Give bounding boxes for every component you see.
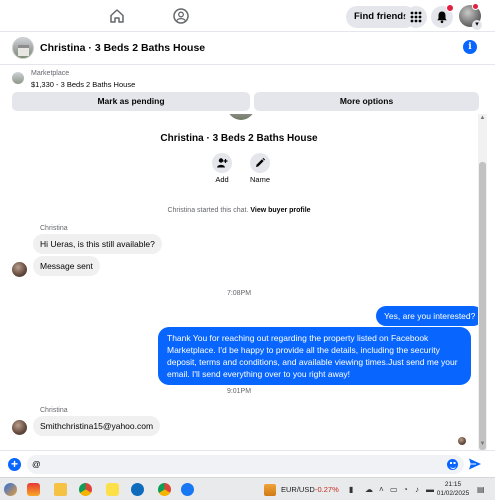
pencil-icon <box>256 157 266 167</box>
app-icon[interactable] <box>27 483 40 496</box>
mark-as-pending-button[interactable]: Mark as pending <box>12 92 250 111</box>
listing-hero-image <box>227 114 255 120</box>
add-contact-button[interactable] <box>212 153 232 173</box>
clock-date: 01/02/2025 <box>436 490 470 497</box>
bell-icon <box>437 11 447 24</box>
marketplace-label: Marketplace <box>31 70 70 77</box>
sticky-notes-icon[interactable] <box>106 483 119 496</box>
facebook-icon[interactable] <box>181 483 194 496</box>
message-input[interactable]: @ <box>27 455 464 474</box>
notification-dot <box>446 4 454 12</box>
sender-avatar[interactable] <box>12 420 27 435</box>
message-composer: + @ <box>0 450 495 477</box>
ticker-chart-icon <box>264 484 276 496</box>
send-icon[interactable] <box>468 457 482 471</box>
chrome-icon[interactable] <box>79 483 92 496</box>
emoji-icon[interactable] <box>447 459 458 470</box>
ticker-change: -0.27% <box>315 485 339 494</box>
menu-grid-button[interactable] <box>405 6 427 28</box>
copilot-icon[interactable] <box>4 483 17 496</box>
incoming-message[interactable]: Hi Ueras, is this still available? <box>33 234 162 254</box>
cloud-icon[interactable]: ☁ <box>365 485 373 494</box>
sender-name: Christina <box>40 225 68 232</box>
outgoing-message[interactable]: Thank You for reaching out regarding the… <box>158 327 471 385</box>
add-label: Add <box>215 175 229 184</box>
groups-icon[interactable] <box>172 7 190 25</box>
notifications-button[interactable] <box>431 4 454 28</box>
info-icon[interactable]: i <box>463 40 477 54</box>
scroll-up-arrow[interactable]: ▲ <box>479 115 486 122</box>
chat-started-notice: Christina started this chat. View buyer … <box>0 207 478 214</box>
windows-taskbar: EUR/USD -0.27% ▮ ☁ ˄ ▭ ◔ ♪ ▬ 21:15 01/02… <box>0 477 495 500</box>
add-person-icon <box>217 158 228 168</box>
chrome-icon[interactable] <box>158 483 171 496</box>
keyboard-icon[interactable]: ▭ <box>390 485 398 494</box>
sender-name: Christina <box>40 407 68 414</box>
notification-center-icon[interactable]: ▤ <box>477 485 485 494</box>
chat-title[interactable]: Christina · 3 Beds 2 Baths House <box>40 42 205 54</box>
home-icon[interactable] <box>108 7 126 25</box>
profile-notification-dot <box>472 3 479 10</box>
timestamp-separator: 9:01PM <box>226 388 252 395</box>
chat-started-text: Christina started this chat. <box>167 207 249 214</box>
timestamp-separator: 7:08PM <box>226 290 252 297</box>
name-label: Name <box>249 175 270 184</box>
chevron-up-icon[interactable]: ˄ <box>379 485 384 494</box>
volume-icon[interactable]: ♪ <box>415 485 419 494</box>
listing-avatar[interactable] <box>12 37 34 59</box>
tray-app-icon[interactable]: ▮ <box>349 485 353 494</box>
outgoing-message[interactable]: Yes, are you interested? <box>376 306 478 326</box>
header-divider <box>0 64 495 65</box>
edge-icon[interactable] <box>131 483 144 496</box>
view-buyer-profile-link[interactable]: View buyer profile <box>250 207 310 214</box>
file-explorer-icon[interactable] <box>54 483 67 496</box>
ticker-name[interactable]: EUR/USD <box>281 485 315 494</box>
message-scrollbar[interactable]: ▲ ▼ <box>478 114 487 450</box>
more-options-button[interactable]: More options <box>254 92 479 111</box>
wifi-icon[interactable]: ◔ <box>403 485 408 494</box>
incoming-message[interactable]: Smithchristina15@yahoo.com <box>33 416 161 436</box>
chat-header: Christina · 3 Beds 2 Baths House i <box>0 33 495 65</box>
menu-grid-icon <box>410 11 422 23</box>
listing-price-title[interactable]: $1,330 - 3 Beds 2 Baths House <box>31 80 135 89</box>
battery-icon[interactable]: ▬ <box>426 485 434 494</box>
clock-time: 21:15 <box>444 481 462 488</box>
system-clock[interactable]: 21:15 01/02/2025 <box>436 480 470 498</box>
incoming-message[interactable]: Message sent <box>33 256 100 276</box>
sender-avatar[interactable] <box>12 262 27 277</box>
thread-hero-title: Christina · 3 Beds 2 Baths House <box>160 133 318 144</box>
seen-indicator-avatar <box>458 437 466 445</box>
chevron-down-icon[interactable]: ▾ <box>472 20 482 30</box>
message-thread[interactable]: Christina · 3 Beds 2 Baths House Add Nam… <box>0 114 478 450</box>
facebook-top-bar: Find friends ▾ <box>0 0 495 32</box>
plus-icon[interactable]: + <box>8 458 21 471</box>
listing-thumbnail[interactable] <box>12 72 24 84</box>
scroll-down-arrow[interactable]: ▼ <box>479 441 486 448</box>
name-chat-button[interactable] <box>250 153 270 173</box>
scroll-thumb[interactable] <box>479 162 486 450</box>
